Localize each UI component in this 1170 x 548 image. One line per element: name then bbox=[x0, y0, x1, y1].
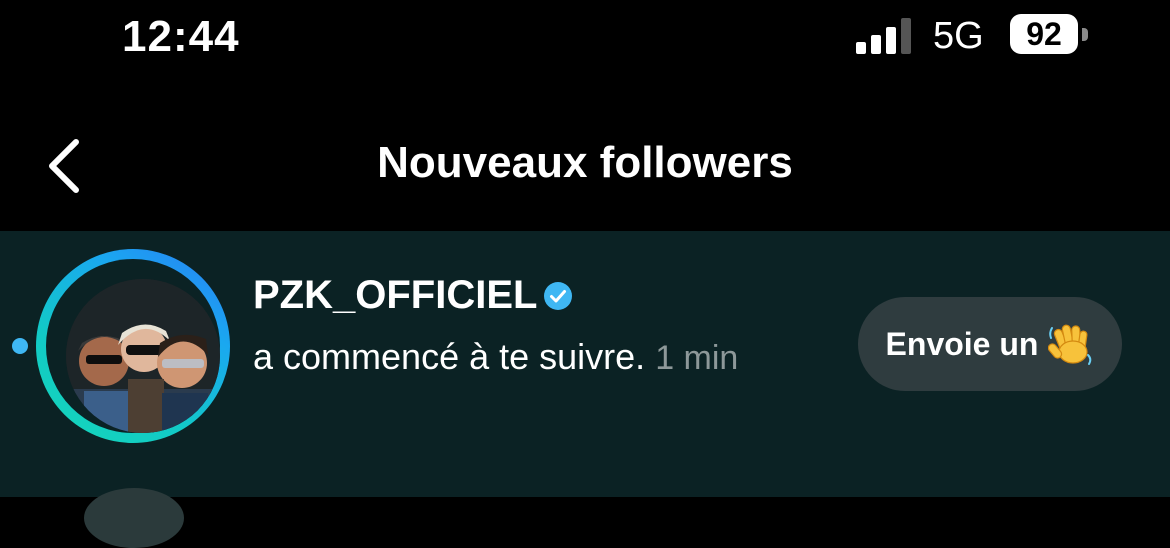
signal-icon bbox=[856, 18, 911, 54]
verified-badge-icon bbox=[544, 281, 573, 310]
waving-hand-icon bbox=[1048, 324, 1092, 365]
username-row[interactable]: PZK_OFFICIEL bbox=[253, 273, 573, 318]
battery-level: 92 bbox=[1010, 14, 1078, 54]
timestamp: 1 min bbox=[655, 339, 739, 377]
story-ring[interactable] bbox=[36, 249, 230, 443]
nav-bar: Nouveaux followers bbox=[0, 100, 1170, 231]
send-wave-label: Envoie un bbox=[885, 325, 1039, 362]
status-bar: 12:44 5G 92 bbox=[0, 0, 1170, 80]
network-type: 5G bbox=[933, 15, 984, 57]
unread-indicator bbox=[12, 338, 28, 354]
story-ring-gap bbox=[46, 259, 220, 433]
notification-row[interactable]: PZK_OFFICIEL a commencé à te suivre. 1 m… bbox=[0, 231, 1170, 497]
activity-text: a commencé à te suivre. 1 min bbox=[253, 335, 773, 380]
send-wave-button[interactable]: Envoie un bbox=[858, 297, 1122, 391]
username[interactable]: PZK_OFFICIEL bbox=[253, 273, 537, 318]
avatar[interactable] bbox=[66, 279, 220, 433]
avatar-photo bbox=[66, 279, 220, 433]
page-title: Nouveaux followers bbox=[377, 138, 793, 187]
next-row-avatar[interactable] bbox=[84, 488, 184, 548]
status-time: 12:44 bbox=[122, 12, 240, 61]
battery-icon: 92 bbox=[1010, 14, 1094, 56]
activity-message: a commencé à te suivre. bbox=[253, 336, 646, 377]
battery-tip bbox=[1082, 28, 1088, 41]
